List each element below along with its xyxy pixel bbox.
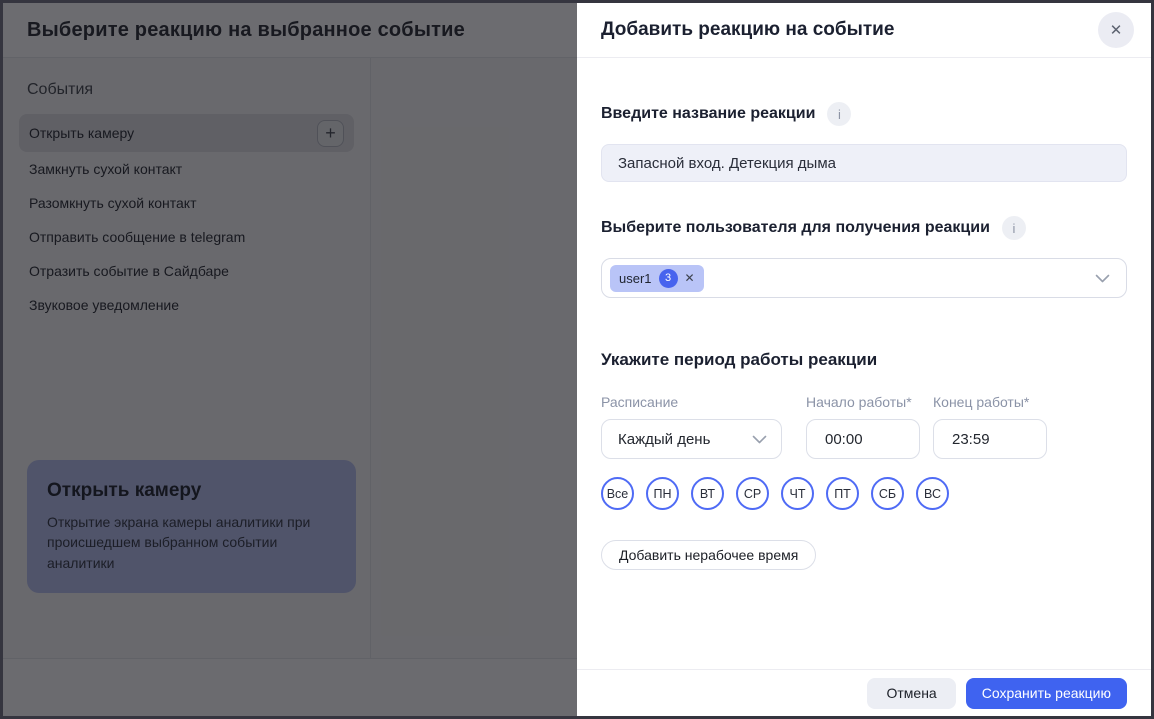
schedule-select[interactable]: Каждый день — [601, 419, 782, 459]
name-label-row: Введите название реакции i — [601, 102, 1127, 126]
day-chip[interactable]: ЧТ — [781, 477, 814, 510]
required-mark: * — [1024, 394, 1029, 410]
add-reaction-modal: Добавить реакцию на событие ✕ Введите на… — [577, 3, 1151, 716]
schedule-select-value: Каждый день — [618, 431, 710, 448]
day-chip[interactable]: ПТ — [826, 477, 859, 510]
user-multiselect[interactable]: user1 3 ✕ — [601, 258, 1127, 298]
user-count-badge: 3 — [659, 269, 678, 288]
reaction-name-input[interactable] — [601, 144, 1127, 182]
end-time-label: Конец работы* — [933, 394, 1047, 410]
modal-title: Добавить реакцию на событие — [601, 19, 894, 41]
start-time-label-text: Начало работы — [806, 394, 906, 410]
screen: Выберите реакцию на выбранное событие Со… — [0, 0, 1154, 719]
chevron-down-icon — [752, 435, 767, 444]
day-chip-label: ВТ — [700, 487, 715, 501]
weekday-selector: Все ПН ВТ СР ЧТ — [601, 477, 1127, 510]
day-chip[interactable]: ВС — [916, 477, 949, 510]
start-time-label: Начало работы* — [806, 394, 920, 410]
chevron-down-icon — [1095, 274, 1110, 283]
required-mark: * — [906, 394, 911, 410]
day-chip[interactable]: СР — [736, 477, 769, 510]
day-chip[interactable]: ПН — [646, 477, 679, 510]
close-icon: ✕ — [1110, 21, 1123, 39]
close-button[interactable]: ✕ — [1098, 12, 1134, 48]
info-icon[interactable]: i — [827, 102, 851, 126]
end-time-column: Конец работы* — [933, 394, 1047, 459]
day-chip[interactable]: ВТ — [691, 477, 724, 510]
name-field-label: Введите название реакции — [601, 105, 815, 123]
add-offtime-button[interactable]: Добавить нерабочее время — [601, 540, 816, 570]
end-time-label-text: Конец работы — [933, 394, 1024, 410]
modal-footer: Отмена Сохранить реакцию — [577, 669, 1151, 716]
day-chip-label: ЧТ — [790, 487, 806, 501]
start-time-input[interactable] — [806, 419, 920, 459]
chip-remove-icon[interactable]: ✕ — [685, 271, 695, 285]
modal-body: Введите название реакции i Выберите поль… — [577, 58, 1151, 570]
day-chip[interactable]: Все — [601, 477, 634, 510]
period-controls: Расписание Каждый день Начало работы* Ко… — [601, 394, 1127, 459]
save-reaction-button[interactable]: Сохранить реакцию — [966, 678, 1127, 709]
cancel-button[interactable]: Отмена — [867, 678, 955, 709]
user-field-label: Выберите пользователя для получения реак… — [601, 219, 990, 237]
day-chip-label: ПТ — [834, 487, 851, 501]
info-icon[interactable]: i — [1002, 216, 1026, 240]
day-chip-label: Все — [607, 487, 629, 501]
day-chip-label: ВС — [924, 487, 941, 501]
modal-header: Добавить реакцию на событие ✕ — [577, 3, 1151, 58]
period-heading: Укажите период работы реакции — [601, 350, 1127, 370]
schedule-column: Расписание Каждый день — [601, 394, 782, 459]
user-label-row: Выберите пользователя для получения реак… — [601, 216, 1127, 240]
day-chip[interactable]: СБ — [871, 477, 904, 510]
day-chip-label: СБ — [879, 487, 896, 501]
day-chip-label: СР — [744, 487, 761, 501]
user-chip-label: user1 — [619, 271, 652, 286]
end-time-input[interactable] — [933, 419, 1047, 459]
schedule-label: Расписание — [601, 394, 782, 410]
day-chip-label: ПН — [653, 487, 671, 501]
user-chip[interactable]: user1 3 ✕ — [610, 265, 704, 292]
start-time-column: Начало работы* — [806, 394, 920, 459]
